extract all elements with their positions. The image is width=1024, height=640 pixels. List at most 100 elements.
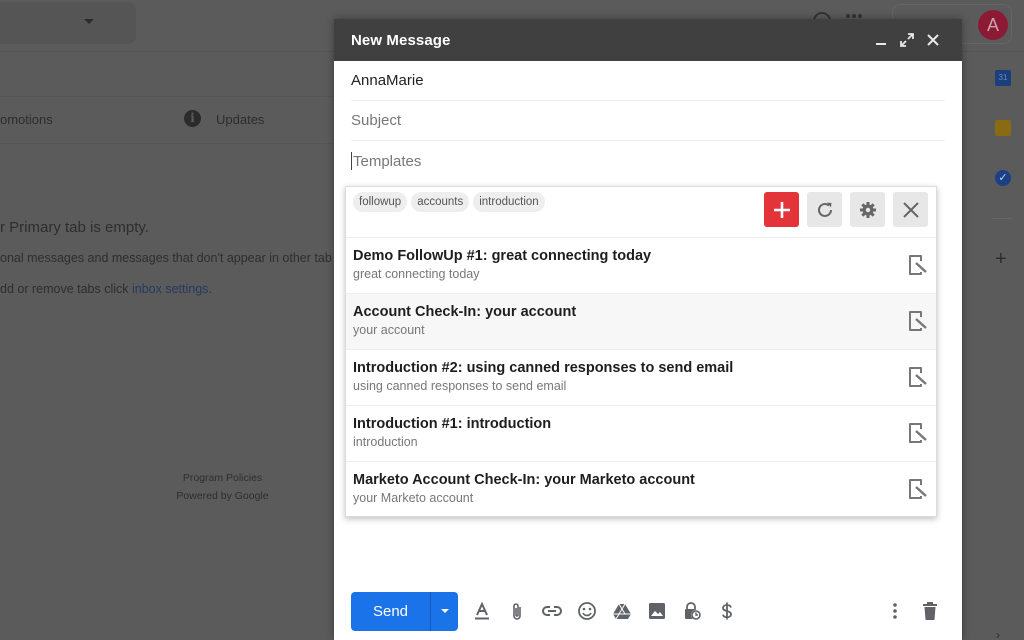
powered-by-google: Powered by Google bbox=[176, 490, 269, 502]
template-item[interactable]: Marketo Account Check-In: your Marketo a… bbox=[346, 462, 936, 516]
close-icon bbox=[927, 34, 939, 46]
hint-text: dd or remove tabs click bbox=[0, 282, 132, 296]
tab-promotions[interactable]: omotions bbox=[0, 112, 53, 127]
tag-followup[interactable]: followup bbox=[353, 192, 408, 212]
template-item[interactable]: Demo FollowUp #1: great connecting today… bbox=[346, 238, 936, 294]
template-subtitle: great connecting today bbox=[353, 267, 480, 281]
dollar-icon bbox=[721, 602, 732, 620]
google-drive-icon bbox=[612, 603, 631, 620]
discard-draft-button[interactable] bbox=[912, 594, 947, 629]
insert-photo-button[interactable] bbox=[639, 594, 674, 629]
text-format-icon bbox=[474, 601, 489, 620]
add-template-button[interactable] bbox=[764, 192, 799, 227]
template-item[interactable]: Introduction #1: introduction introducti… bbox=[346, 406, 936, 462]
template-title: Demo FollowUp #1: great connecting today bbox=[353, 248, 652, 264]
templates-dropdown: followup accounts introduction Demo Foll… bbox=[345, 186, 937, 517]
avatar[interactable]: A bbox=[978, 10, 1008, 40]
refresh-button[interactable] bbox=[807, 192, 842, 227]
formatting-options-button[interactable] bbox=[464, 594, 499, 629]
emoji-icon bbox=[577, 602, 596, 620]
template-item[interactable]: Account Check-In: your account your acco… bbox=[346, 294, 936, 350]
templates-toolbar: followup accounts introduction bbox=[346, 187, 936, 238]
edit-template-icon[interactable] bbox=[907, 253, 929, 277]
template-item[interactable]: Introduction #2: using canned responses … bbox=[346, 350, 936, 406]
template-title: Introduction #2: using canned responses … bbox=[353, 360, 734, 376]
compose-header: New Message bbox=[334, 19, 962, 61]
recipient-value: AnnaMarie bbox=[351, 72, 424, 89]
tag-introduction[interactable]: introduction bbox=[473, 192, 545, 212]
side-panel-divider bbox=[992, 218, 1012, 219]
lock-clock-icon bbox=[684, 602, 701, 620]
template-subtitle: using canned responses to send email bbox=[353, 379, 567, 393]
toolbar-right bbox=[877, 594, 947, 629]
edit-template-icon[interactable] bbox=[907, 477, 929, 501]
insert-drive-button[interactable] bbox=[604, 594, 639, 629]
inbox-settings-link[interactable]: inbox settings bbox=[132, 282, 208, 296]
empty-state-title: r Primary tab is empty. bbox=[0, 219, 149, 236]
close-compose-button[interactable] bbox=[920, 27, 946, 53]
send-money-button[interactable] bbox=[709, 594, 744, 629]
side-panel bbox=[962, 52, 1024, 640]
tab-updates[interactable]: Updates bbox=[216, 112, 264, 127]
compose-window: New Message AnnaMarie Subject Templates … bbox=[334, 19, 962, 640]
template-title: Marketo Account Check-In: your Marketo a… bbox=[353, 472, 695, 488]
confidential-mode-button[interactable] bbox=[674, 594, 709, 629]
template-title: Account Check-In: your account bbox=[353, 304, 577, 320]
expand-icon bbox=[900, 33, 914, 47]
caret-down-icon bbox=[440, 609, 449, 613]
info-icon: i bbox=[184, 110, 201, 127]
tag-accounts[interactable]: accounts bbox=[411, 192, 470, 212]
empty-state-description: onal messages and messages that don't ap… bbox=[0, 251, 332, 265]
templates-search-field[interactable]: Templates bbox=[351, 141, 945, 181]
trash-icon bbox=[922, 602, 937, 620]
hint-period: . bbox=[208, 282, 212, 296]
program-policies-link[interactable]: Program Policies bbox=[140, 472, 305, 484]
plus-icon bbox=[773, 201, 790, 218]
search-box[interactable] bbox=[0, 2, 136, 44]
edit-template-icon[interactable] bbox=[907, 421, 929, 445]
close-templates-button[interactable] bbox=[893, 192, 928, 227]
subject-field[interactable]: Subject bbox=[351, 101, 945, 141]
minimize-icon bbox=[876, 43, 886, 45]
inbox-tabs: omotions i Updates bbox=[0, 96, 336, 144]
link-icon bbox=[541, 606, 562, 616]
insert-emoji-button[interactable] bbox=[569, 594, 604, 629]
template-actions bbox=[764, 192, 928, 227]
calendar-icon[interactable]: 31 bbox=[995, 70, 1011, 86]
recipients-field[interactable]: AnnaMarie bbox=[351, 61, 945, 101]
fullscreen-button[interactable] bbox=[894, 27, 920, 53]
templates-placeholder: Templates bbox=[353, 152, 422, 170]
compose-title: New Message bbox=[351, 31, 451, 49]
template-subtitle: your Marketo account bbox=[353, 491, 474, 505]
insert-link-button[interactable] bbox=[534, 594, 569, 629]
template-subtitle: your account bbox=[353, 323, 425, 337]
compose-toolbar: Send bbox=[351, 591, 947, 631]
search-options-icon[interactable] bbox=[84, 19, 94, 24]
template-tags: followup accounts introduction bbox=[353, 192, 545, 212]
add-addon-icon[interactable]: + bbox=[995, 248, 1007, 271]
template-subtitle: introduction bbox=[353, 435, 418, 449]
expand-panel-icon[interactable]: › bbox=[996, 628, 1000, 640]
more-options-button[interactable] bbox=[877, 594, 912, 629]
more-vert-icon bbox=[892, 603, 897, 619]
tasks-icon[interactable]: ✓ bbox=[995, 170, 1011, 186]
close-icon bbox=[902, 201, 919, 218]
template-title: Introduction #1: introduction bbox=[353, 416, 552, 432]
gear-icon bbox=[859, 201, 876, 218]
attach-files-button[interactable] bbox=[499, 594, 534, 629]
paperclip-icon bbox=[512, 603, 521, 620]
minimize-button[interactable] bbox=[868, 27, 894, 53]
subject-placeholder: Subject bbox=[351, 112, 402, 129]
photo-icon bbox=[648, 603, 665, 619]
send-button-group: Send bbox=[351, 591, 458, 631]
send-options-button[interactable] bbox=[431, 592, 458, 631]
send-button[interactable]: Send bbox=[351, 591, 431, 631]
edit-template-icon[interactable] bbox=[907, 309, 929, 333]
refresh-icon bbox=[817, 202, 832, 217]
settings-button[interactable] bbox=[850, 192, 885, 227]
formatting-tools bbox=[464, 594, 744, 629]
text-cursor bbox=[351, 152, 352, 170]
edit-template-icon[interactable] bbox=[907, 365, 929, 389]
empty-state-hint: dd or remove tabs click inbox settings. bbox=[0, 282, 212, 296]
keep-icon[interactable] bbox=[995, 120, 1011, 136]
